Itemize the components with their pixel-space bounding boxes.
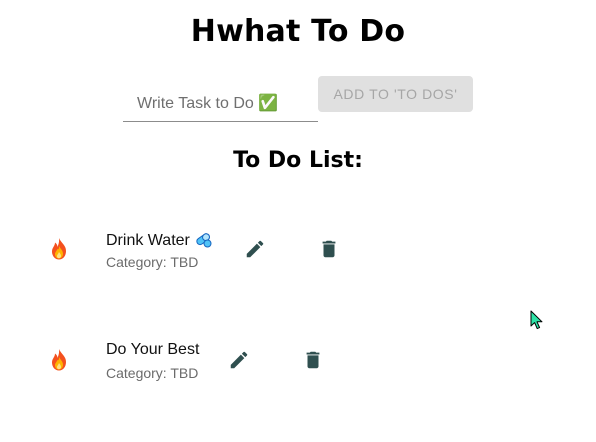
- category-label: Category:: [106, 365, 167, 381]
- app-title: Hwhat To Do: [190, 14, 406, 49]
- edit-button[interactable]: [243, 237, 267, 261]
- mouse-cursor-icon: [530, 310, 544, 330]
- todo-list-heading: To Do List:: [233, 148, 363, 173]
- task-category: Category: TBD: [106, 365, 198, 381]
- category-label: Category:: [106, 254, 167, 270]
- task-text-row: Drink Water: [106, 230, 212, 253]
- task-category: Category: TBD: [106, 254, 198, 270]
- fire-icon: [49, 237, 69, 261]
- delete-button[interactable]: [317, 237, 341, 261]
- add-to-todos-button[interactable]: ADD TO 'TO DOS': [318, 76, 473, 112]
- category-value: TBD: [170, 254, 199, 270]
- pencil-icon: [230, 351, 248, 369]
- trash-icon: [322, 240, 336, 258]
- todo-list-item: Drink Water Category: TBD: [0, 219, 596, 279]
- task-input[interactable]: [123, 86, 318, 122]
- fire-icon: [49, 348, 69, 372]
- todo-app: Hwhat To Do ADD TO 'TO DOS' To Do List: …: [0, 0, 596, 442]
- pencil-icon: [246, 240, 264, 258]
- edit-button[interactable]: [227, 348, 251, 372]
- task-text-row: Do Your Best: [106, 341, 199, 359]
- trash-icon: [306, 351, 320, 369]
- category-value: TBD: [170, 365, 199, 381]
- pill-icon: [194, 230, 212, 253]
- task-text: Drink Water: [106, 232, 190, 249]
- todo-list-item: Do Your Best Category: TBD: [0, 330, 596, 390]
- task-text: Do Your Best: [106, 341, 200, 358]
- delete-button[interactable]: [301, 348, 325, 372]
